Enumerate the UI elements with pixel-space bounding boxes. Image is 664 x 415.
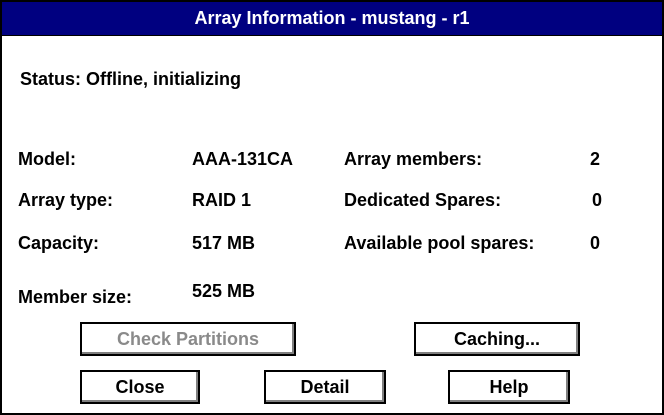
window-title: Array Information - mustang - r1 [194,8,470,28]
detail-label: Detail [300,377,350,397]
close-button[interactable]: Close [80,370,200,404]
model-value: AAA-131CA [192,149,294,169]
available-pool-spares-value: 0 [590,233,601,253]
available-pool-spares-label: Available pool spares: [344,233,535,253]
caching-button[interactable]: Caching... [414,322,580,356]
close-label: Close [115,377,165,397]
detail-button[interactable]: Detail [264,370,386,404]
dedicated-spares-value: 0 [592,190,603,210]
caching-label: Caching... [453,329,540,349]
member-size-value: 525 MB [192,281,256,301]
title-bar[interactable]: Array Information - mustang - r1 [2,2,662,36]
member-size-label: Member size: [18,287,133,307]
check-partitions-label: Check Partitions [116,329,260,349]
array-type-label: Array type: [18,190,114,210]
help-label: Help [489,377,529,397]
check-partitions-button[interactable]: Check Partitions [80,322,296,356]
array-members-label: Array members: [344,149,483,169]
model-label: Model: [18,149,76,169]
array-members-value: 2 [590,149,601,169]
status-text: Status: Offline, initializing [20,69,242,89]
array-type-value: RAID 1 [192,190,252,210]
help-button[interactable]: Help [448,370,570,404]
array-information-dialog: Array Information - mustang - r1 Status:… [0,0,664,415]
capacity-value: 517 MB [192,233,256,253]
capacity-label: Capacity: [18,233,100,253]
dedicated-spares-label: Dedicated Spares: [344,190,502,210]
